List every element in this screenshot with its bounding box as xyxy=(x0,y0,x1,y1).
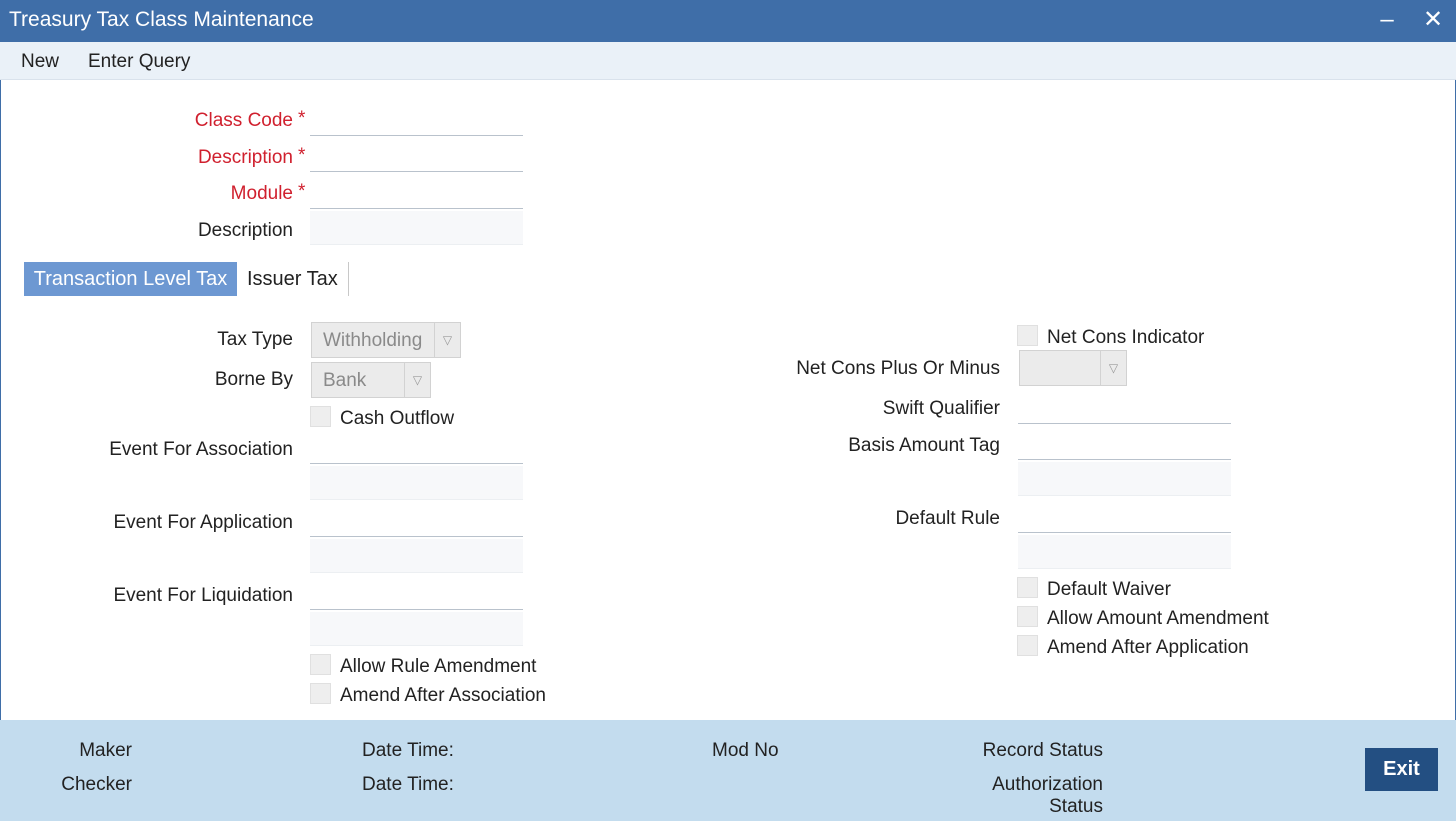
cash-outflow-checkbox[interactable] xyxy=(310,406,331,427)
event-for-liquidation-description xyxy=(310,612,523,646)
module-input[interactable] xyxy=(310,175,523,209)
class-code-input[interactable] xyxy=(310,102,523,136)
exit-button[interactable]: Exit xyxy=(1365,748,1438,791)
chevron-down-icon: ▽ xyxy=(434,323,460,357)
enter-query-menu-item[interactable]: Enter Query xyxy=(88,51,190,73)
mod-no-label: Mod No xyxy=(712,740,779,761)
amend-after-association-checkbox[interactable] xyxy=(310,683,331,704)
event-for-application-label: Event For Application xyxy=(113,512,293,533)
module-required-mark: * xyxy=(298,181,306,202)
cash-outflow-label: Cash Outflow xyxy=(340,408,455,429)
chevron-down-icon: ▽ xyxy=(1100,351,1126,385)
event-for-association-label: Event For Association xyxy=(109,439,293,460)
borne-by-select[interactable]: Bank ▽ xyxy=(311,362,431,398)
authorization-label: Authorization xyxy=(992,774,1103,795)
checker-label: Checker xyxy=(61,774,132,795)
checker-date-time-label: Date Time: xyxy=(362,774,454,795)
swift-qualifier-input[interactable] xyxy=(1018,390,1231,424)
record-status-label: Record Status xyxy=(982,740,1103,761)
description-input[interactable] xyxy=(310,138,523,172)
tax-type-select[interactable]: Withholding ▽ xyxy=(311,322,461,358)
audit-footer: Maker Checker Date Time: Date Time: Mod … xyxy=(0,720,1456,821)
description-required-mark: * xyxy=(298,145,306,166)
borne-by-value: Bank xyxy=(323,370,367,391)
close-icon[interactable]: ✕ xyxy=(1419,6,1447,34)
default-rule-label: Default Rule xyxy=(895,508,1000,529)
class-code-required-mark: * xyxy=(298,108,306,129)
menu-bar: New Enter Query xyxy=(0,42,1456,80)
tab-transaction-level-tax[interactable]: Transaction Level Tax xyxy=(24,262,237,296)
module-description-field xyxy=(310,211,523,245)
new-menu-item[interactable]: New xyxy=(21,51,59,73)
window-title: Treasury Tax Class Maintenance xyxy=(9,8,314,31)
module-description-label: Description xyxy=(197,220,293,241)
amend-after-association-label: Amend After Association xyxy=(340,685,546,706)
event-for-liquidation-input[interactable] xyxy=(310,576,523,610)
allow-amount-amendment-label: Allow Amount Amendment xyxy=(1047,608,1269,629)
default-waiver-checkbox[interactable] xyxy=(1017,577,1038,598)
frame-border-left xyxy=(0,80,1,720)
basis-amount-tag-label: Basis Amount Tag xyxy=(848,435,1000,456)
amend-after-application-label: Amend After Application xyxy=(1047,637,1249,658)
class-code-label: Class Code xyxy=(194,110,293,131)
basis-amount-tag-input[interactable] xyxy=(1018,426,1231,460)
swift-qualifier-label: Swift Qualifier xyxy=(882,398,1000,419)
maker-label: Maker xyxy=(79,740,132,761)
net-cons-indicator-label: Net Cons Indicator xyxy=(1047,327,1205,348)
authorization-status-label: Status xyxy=(1049,796,1103,817)
amend-after-application-checkbox[interactable] xyxy=(1017,635,1038,656)
tab-divider xyxy=(348,262,349,296)
net-cons-indicator-checkbox[interactable] xyxy=(1017,325,1038,346)
module-label: Module xyxy=(230,183,293,204)
minimize-icon[interactable]: – xyxy=(1373,6,1401,34)
net-cons-plus-minus-label: Net Cons Plus Or Minus xyxy=(796,358,1000,379)
allow-amount-amendment-checkbox[interactable] xyxy=(1017,606,1038,627)
allow-rule-amendment-label: Allow Rule Amendment xyxy=(340,656,537,677)
default-rule-description xyxy=(1018,535,1231,569)
net-cons-plus-minus-select[interactable]: ▽ xyxy=(1019,350,1127,386)
tab-issuer-tax[interactable]: Issuer Tax xyxy=(247,262,338,296)
allow-rule-amendment-checkbox[interactable] xyxy=(310,654,331,675)
default-waiver-label: Default Waiver xyxy=(1047,579,1171,600)
tax-type-label: Tax Type xyxy=(217,329,293,350)
event-for-application-description xyxy=(310,539,523,573)
event-for-association-description xyxy=(310,466,523,500)
event-for-association-input[interactable] xyxy=(310,430,523,464)
description-label: Description xyxy=(197,147,293,168)
tax-type-value: Withholding xyxy=(323,330,423,351)
maker-date-time-label: Date Time: xyxy=(362,740,454,761)
basis-amount-tag-description xyxy=(1018,462,1231,496)
chevron-down-icon: ▽ xyxy=(404,363,430,397)
default-rule-input[interactable] xyxy=(1018,499,1231,533)
event-for-liquidation-label: Event For Liquidation xyxy=(113,585,293,606)
title-bar: Treasury Tax Class Maintenance – ✕ xyxy=(0,0,1456,42)
borne-by-label: Borne By xyxy=(214,369,293,390)
event-for-application-input[interactable] xyxy=(310,503,523,537)
